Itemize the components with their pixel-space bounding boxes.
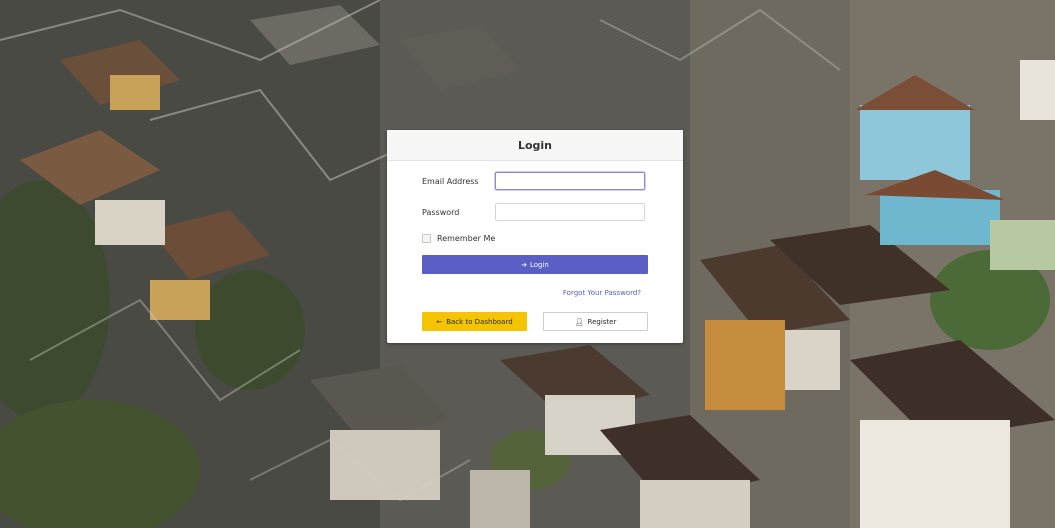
login-button-label: Login	[529, 260, 549, 269]
sign-in-icon: ➔	[521, 260, 527, 269]
email-field[interactable]	[495, 172, 645, 190]
login-button[interactable]: ➔ Login	[422, 255, 648, 274]
user-plus-icon: 👤︎	[574, 317, 584, 326]
login-card: Login Email Address Password Remember Me…	[387, 130, 683, 343]
back-to-dashboard-button[interactable]: ← Back to Dashboard	[422, 312, 527, 331]
remember-row: Remember Me	[422, 234, 495, 243]
arrow-left-icon: ←	[436, 317, 443, 326]
password-label: Password	[422, 207, 460, 217]
card-title: Login	[387, 130, 683, 161]
forgot-password-link[interactable]: Forgot Your Password?	[563, 289, 641, 297]
password-row: Password	[422, 203, 645, 221]
register-button-label: Register	[587, 317, 617, 326]
email-label: Email Address	[422, 176, 479, 186]
register-button[interactable]: 👤︎ Register	[543, 312, 648, 331]
remember-checkbox[interactable]	[422, 234, 431, 243]
password-field[interactable]	[495, 203, 645, 221]
back-button-label: Back to Dashboard	[446, 317, 513, 326]
remember-label[interactable]: Remember Me	[437, 234, 495, 243]
email-row: Email Address	[422, 172, 645, 190]
